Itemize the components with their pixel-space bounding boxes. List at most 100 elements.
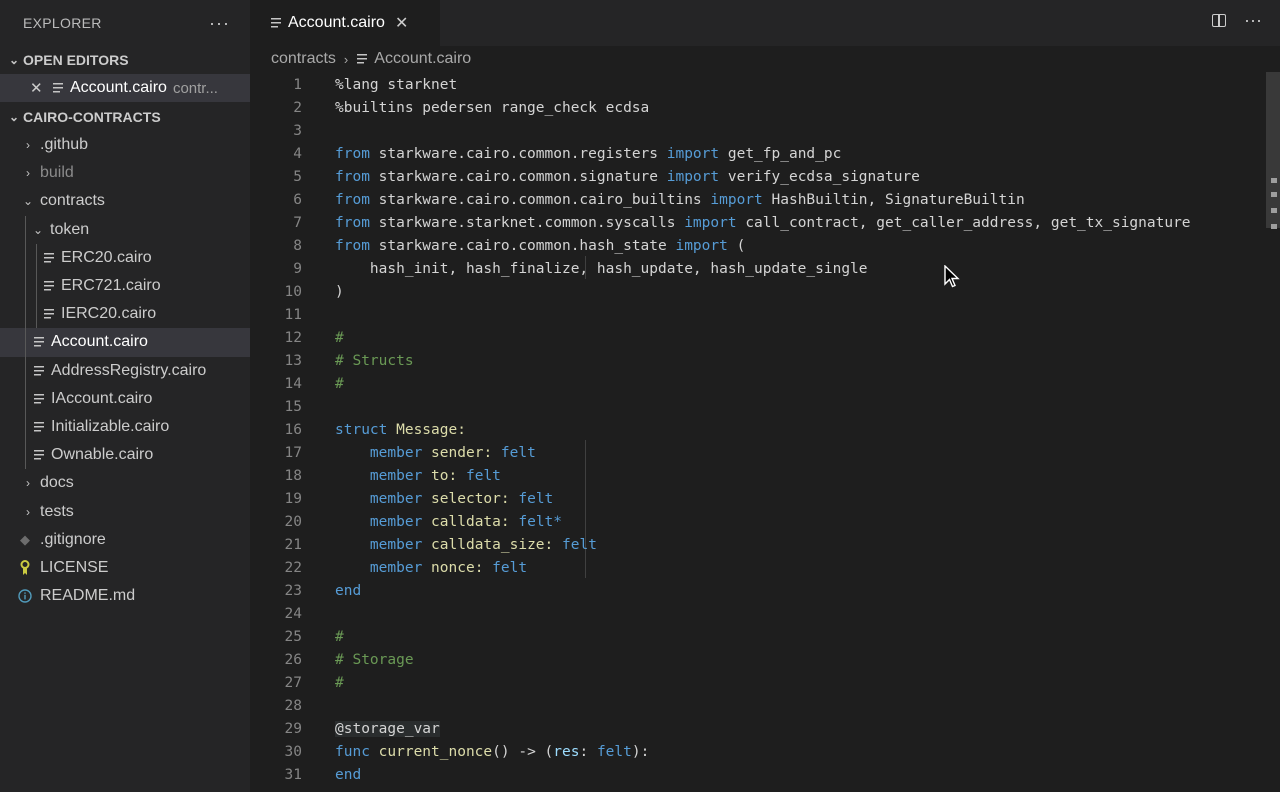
file-lines-icon <box>52 83 64 93</box>
tree-label: contracts <box>40 192 105 210</box>
tab-account-cairo[interactable]: Account.cairo ✕ <box>250 0 440 46</box>
member-name: selector <box>431 490 501 507</box>
close-icon[interactable]: ✕ <box>395 13 408 33</box>
more-actions-icon[interactable]: ··· <box>1244 11 1262 29</box>
keyword: member <box>369 444 423 461</box>
open-editors-section[interactable]: ⌄ OPEN EDITORS <box>0 46 250 74</box>
import-names: call_contract, get_caller_address, get_t… <box>736 214 1191 231</box>
open-editors-label: OPEN EDITORS <box>23 52 129 68</box>
tree-file-account[interactable]: Account.cairo <box>0 328 250 357</box>
tree-folder-tests[interactable]: › tests <box>0 497 250 525</box>
close-icon[interactable]: ✕ <box>30 79 52 97</box>
line-number: 8 <box>293 237 302 254</box>
code-comment: # <box>335 628 344 645</box>
code-line: 3 <box>250 119 1266 142</box>
tree-folder-token[interactable]: ⌄ token <box>0 215 250 244</box>
indent-guide <box>25 328 26 357</box>
keyword: from <box>335 214 370 231</box>
keyword: import <box>666 168 720 185</box>
keyword: func <box>335 743 370 760</box>
code-text: hash_init, hash_finalize, hash_update, h… <box>335 260 868 277</box>
breadcrumb-file[interactable]: Account.cairo <box>374 50 471 68</box>
code-line: 19 member selector: felt <box>250 487 1266 510</box>
member-type: felt <box>500 444 536 461</box>
tree-file-license[interactable]: LICENSE <box>0 554 250 582</box>
tree-label: ERC721.cairo <box>61 277 161 295</box>
tree-folder-docs[interactable]: › docs <box>0 469 250 497</box>
member-name: sender <box>431 444 484 461</box>
keyword: member <box>369 490 423 507</box>
code-line: 9 hash_init, hash_finalize, hash_update,… <box>250 257 1266 280</box>
line-number: 24 <box>284 605 302 622</box>
tree-label: build <box>40 164 74 182</box>
tree-label: .github <box>40 136 89 154</box>
more-actions-icon[interactable]: ··· <box>209 13 230 34</box>
keyword: import <box>710 191 763 208</box>
tree-file-erc20[interactable]: ERC20.cairo <box>0 243 250 272</box>
decorator: @storage_var <box>335 720 440 737</box>
code-comment: # <box>335 375 344 392</box>
chevron-right-icon: › <box>26 166 30 181</box>
tree-label: token <box>50 220 90 238</box>
line-number: 3 <box>293 122 302 139</box>
indent-guide <box>36 271 37 301</box>
tree-file-readme[interactable]: README.md <box>0 582 250 610</box>
scrollbar-marker <box>1271 208 1277 213</box>
explorer-sidebar: EXPLORER ··· ⌄ OPEN EDITORS ✕ Account.ca… <box>0 0 250 792</box>
code-line: 6 from starkware.cairo.common.cairo_built… <box>250 188 1266 211</box>
tree-label: Ownable.cairo <box>51 446 154 464</box>
member-type: felt <box>465 467 501 484</box>
function-name: current_nonce <box>378 743 493 760</box>
file-lines-icon <box>356 54 368 64</box>
keyword: member <box>369 513 423 530</box>
code-text: ) <box>335 283 344 300</box>
open-editor-item[interactable]: ✕ Account.cairo contr... <box>0 74 250 102</box>
code-line: 7 from starkware.starknet.common.syscalls… <box>250 211 1266 234</box>
info-icon <box>18 589 32 603</box>
scrollbar-thumb[interactable] <box>1266 72 1280 228</box>
editor-scrollbar[interactable] <box>1266 72 1280 792</box>
tree-file-gitignore[interactable]: ◆ .gitignore <box>0 526 250 554</box>
tree-folder-contracts[interactable]: ⌄ contracts <box>0 187 250 215</box>
code-comment: # <box>335 674 344 691</box>
member-name: calldata_size <box>431 536 545 553</box>
tree-file-erc721[interactable]: ERC721.cairo <box>0 271 250 301</box>
tree-file-addressregistry[interactable]: AddressRegistry.cairo <box>0 356 250 385</box>
code-text: %builtins pedersen range_check ecdsa <box>335 99 650 116</box>
code-line: 2 %builtins pedersen range_check ecdsa <box>250 96 1266 119</box>
tree-file-ierc20[interactable]: IERC20.cairo <box>0 300 250 329</box>
file-lines-icon <box>33 450 45 461</box>
tree-folder-build[interactable]: › build <box>0 159 250 187</box>
code-line: 29 @storage_var <box>250 717 1266 740</box>
split-editor-icon[interactable] <box>1212 13 1227 27</box>
keyword: from <box>335 191 370 208</box>
tree-file-iaccount[interactable]: IAccount.cairo <box>0 384 250 413</box>
line-number: 20 <box>284 513 302 530</box>
line-number: 15 <box>284 398 302 415</box>
line-number: 29 <box>284 720 302 737</box>
file-lines-icon <box>33 337 45 348</box>
code-editor[interactable]: 1 %lang starknet 2 %builtins pedersen rang… <box>250 72 1280 792</box>
tree-label: Initializable.cairo <box>51 417 170 435</box>
code-line: 26 # Storage <box>250 648 1266 671</box>
tree-file-initializable[interactable]: Initializable.cairo <box>0 412 250 442</box>
line-number: 19 <box>284 490 302 507</box>
scrollbar-marker <box>1271 224 1277 229</box>
tree-file-ownable[interactable]: Ownable.cairo <box>0 441 250 470</box>
line-number: 28 <box>284 697 302 714</box>
tree-folder-github[interactable]: › .github <box>0 131 250 159</box>
code-line: 27 # <box>250 671 1266 694</box>
git-icon: ◆ <box>20 531 30 547</box>
code-line: 18 member to: felt <box>250 464 1266 487</box>
indent-guide <box>25 384 26 413</box>
chevron-down-icon: ⌄ <box>22 194 34 209</box>
code-comment: # Storage <box>335 651 414 668</box>
project-section[interactable]: ⌄ CAIRO-CONTRACTS <box>0 103 250 131</box>
breadcrumb-folder[interactable]: contracts <box>271 50 336 68</box>
line-number: 30 <box>284 743 302 760</box>
explorer-header: EXPLORER ··· <box>0 0 250 46</box>
indent-guide <box>25 441 26 470</box>
file-tree: › .github › build ⌄ contracts ⌄ token ER… <box>0 131 250 610</box>
code-line: 1 %lang starknet <box>250 73 1266 96</box>
param-name: res <box>553 743 580 760</box>
